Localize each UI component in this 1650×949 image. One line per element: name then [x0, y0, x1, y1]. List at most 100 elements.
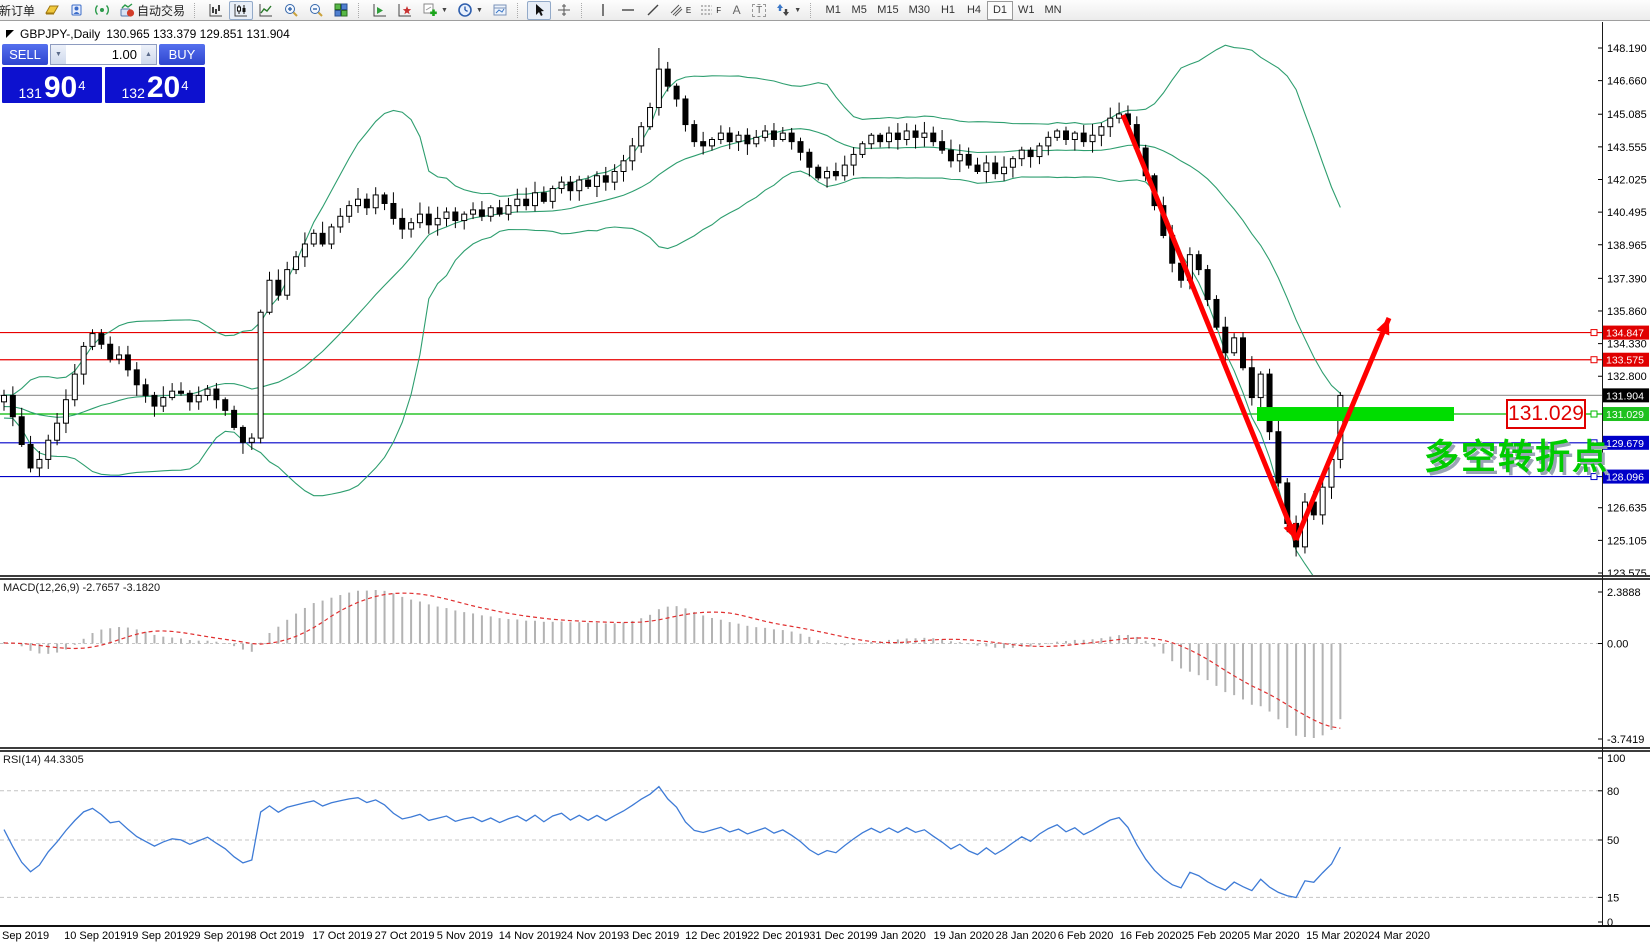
new-chart-button[interactable]: ▼ [418, 1, 452, 20]
rsi-name: RSI(14) [3, 754, 41, 766]
fibonacci-button[interactable]: F [696, 1, 725, 20]
chevron-down-icon: ▼ [441, 7, 448, 14]
accounts-button[interactable] [65, 1, 89, 20]
buy-label: BUY [169, 47, 196, 62]
support-price-callout: 131.029 [1506, 399, 1586, 429]
macd-panel[interactable]: 2.38880.00-3.7419 [0, 580, 1650, 748]
new-order-button[interactable]: 新订单 [0, 1, 39, 20]
buy-price-point: 4 [181, 79, 188, 92]
date-label: 9 Jan 2020 [871, 930, 925, 942]
label-tool-icon: T [752, 4, 766, 17]
zoom-out-icon [308, 2, 324, 18]
templates-button[interactable] [488, 1, 512, 20]
line-chart-button[interactable] [254, 1, 278, 20]
svg-text:-3.7419: -3.7419 [1607, 734, 1644, 746]
timeframe-w1[interactable]: W1 [1013, 1, 1040, 20]
sell-price[interactable]: 131904 [2, 67, 102, 103]
timeframe-m30[interactable]: M30 [904, 1, 935, 20]
autotrade-button[interactable]: 自动交易 [115, 1, 189, 20]
zoom-out-button[interactable] [304, 1, 328, 20]
sell-price-point: 4 [78, 79, 85, 92]
toolbar-separator [581, 3, 587, 18]
chevron-down-icon: ▼ [476, 7, 483, 14]
sell-button[interactable]: SELL [2, 44, 48, 65]
timeframe-h4[interactable]: H4 [961, 1, 987, 20]
signal-icon [94, 2, 110, 18]
date-label: Sep 2019 [2, 930, 49, 942]
bar-chart-icon [208, 2, 224, 18]
date-label: 16 Feb 2020 [1120, 930, 1182, 942]
timeframe-mn[interactable]: MN [1040, 1, 1067, 20]
svg-text:129.679: 129.679 [1606, 438, 1644, 450]
cycles-button[interactable] [393, 1, 417, 20]
time-axis[interactable]: Sep 201910 Sep 201919 Sep 201929 Sep 201… [0, 929, 1650, 947]
turning-point-note: 多空转折点 [1424, 429, 1609, 480]
svg-text:126.635: 126.635 [1607, 503, 1647, 515]
tile-windows-button[interactable] [329, 1, 353, 20]
volume-increase-button[interactable]: ▲ [141, 45, 156, 64]
date-label: 25 Feb 2020 [1182, 930, 1244, 942]
date-label: 22 Dec 2019 [747, 930, 809, 942]
text-button[interactable]: A [726, 1, 747, 20]
horizontal-line-button[interactable] [616, 1, 640, 20]
cursor-button[interactable] [527, 1, 551, 20]
timeframe-h1[interactable]: H1 [935, 1, 961, 20]
date-label: 14 Nov 2019 [499, 930, 561, 942]
timeframe-d1[interactable]: D1 [987, 1, 1013, 20]
buy-price[interactable]: 132204 [105, 67, 205, 103]
svg-text:140.495: 140.495 [1607, 207, 1647, 219]
crosshair-icon [556, 2, 572, 18]
svg-text:132.800: 132.800 [1607, 371, 1647, 383]
timeframe-m1[interactable]: M1 [820, 1, 846, 20]
channel-button[interactable]: E [666, 1, 695, 20]
cycles-icon [397, 2, 413, 18]
text-label-button[interactable]: T [748, 1, 770, 20]
date-label: 6 Feb 2020 [1058, 930, 1114, 942]
market-watch-button[interactable] [40, 1, 64, 20]
arrows-tool-icon [775, 2, 791, 18]
time-axis-border [0, 925, 1650, 927]
svg-text:134.330: 134.330 [1607, 339, 1647, 351]
price-chart[interactable]: 148.190146.660145.085143.555142.025140.4… [0, 22, 1650, 578]
toolbar-separator [517, 3, 523, 18]
svg-text:137.390: 137.390 [1607, 273, 1647, 285]
indicators-button[interactable] [368, 1, 392, 20]
buy-button[interactable]: BUY [159, 44, 205, 65]
svg-text:50: 50 [1607, 835, 1619, 847]
vertical-line-button[interactable] [591, 1, 615, 20]
sell-price-pips: 90 [44, 75, 77, 101]
candlestick-button[interactable] [229, 1, 253, 20]
macd-label: MACD(12,26,9) -2.7657 -3.1820 [3, 582, 160, 594]
svg-text:125.105: 125.105 [1607, 535, 1647, 547]
template-icon [492, 2, 508, 18]
period-button[interactable]: ▼ [453, 1, 487, 20]
svg-text:128.096: 128.096 [1606, 472, 1644, 484]
trendline-button[interactable] [641, 1, 665, 20]
channel-letter: E [686, 6, 691, 15]
toolbar-separator [194, 3, 200, 18]
timeframe-m5[interactable]: M5 [846, 1, 872, 20]
volume-decrease-button[interactable]: ▼ [51, 45, 66, 64]
channel-icon [670, 3, 684, 17]
svg-text:131.029: 131.029 [1606, 409, 1644, 421]
date-label: 19 Sep 2019 [126, 930, 188, 942]
svg-text:143.555: 143.555 [1607, 142, 1647, 154]
bar-chart-button[interactable] [204, 1, 228, 20]
date-label: 12 Dec 2019 [685, 930, 747, 942]
volume-stepper: ▼ 1.00 ▲ [50, 44, 157, 65]
rsi-label: RSI(14) 44.3305 [3, 754, 84, 766]
timeframe-m15[interactable]: M15 [872, 1, 903, 20]
tile-windows-icon [333, 2, 349, 18]
one-click-trade-panel: SELL ▼ 1.00 ▲ BUY 131904 132204 [2, 44, 205, 105]
mt4-window: 新订单 自动交易 ▼ ▼ [0, 0, 1650, 949]
crosshair-button[interactable] [552, 1, 576, 20]
date-label: 5 Mar 2020 [1244, 930, 1300, 942]
rsi-panel[interactable]: 1008050150 [0, 752, 1650, 925]
vertical-line-icon [595, 2, 611, 18]
arrows-button[interactable]: ▼ [771, 1, 805, 20]
autotrade-label: 自动交易 [137, 2, 185, 19]
signals-button[interactable] [90, 1, 114, 20]
svg-text:142.025: 142.025 [1607, 174, 1647, 186]
volume-value[interactable]: 1.00 [66, 45, 141, 64]
zoom-in-button[interactable] [279, 1, 303, 20]
